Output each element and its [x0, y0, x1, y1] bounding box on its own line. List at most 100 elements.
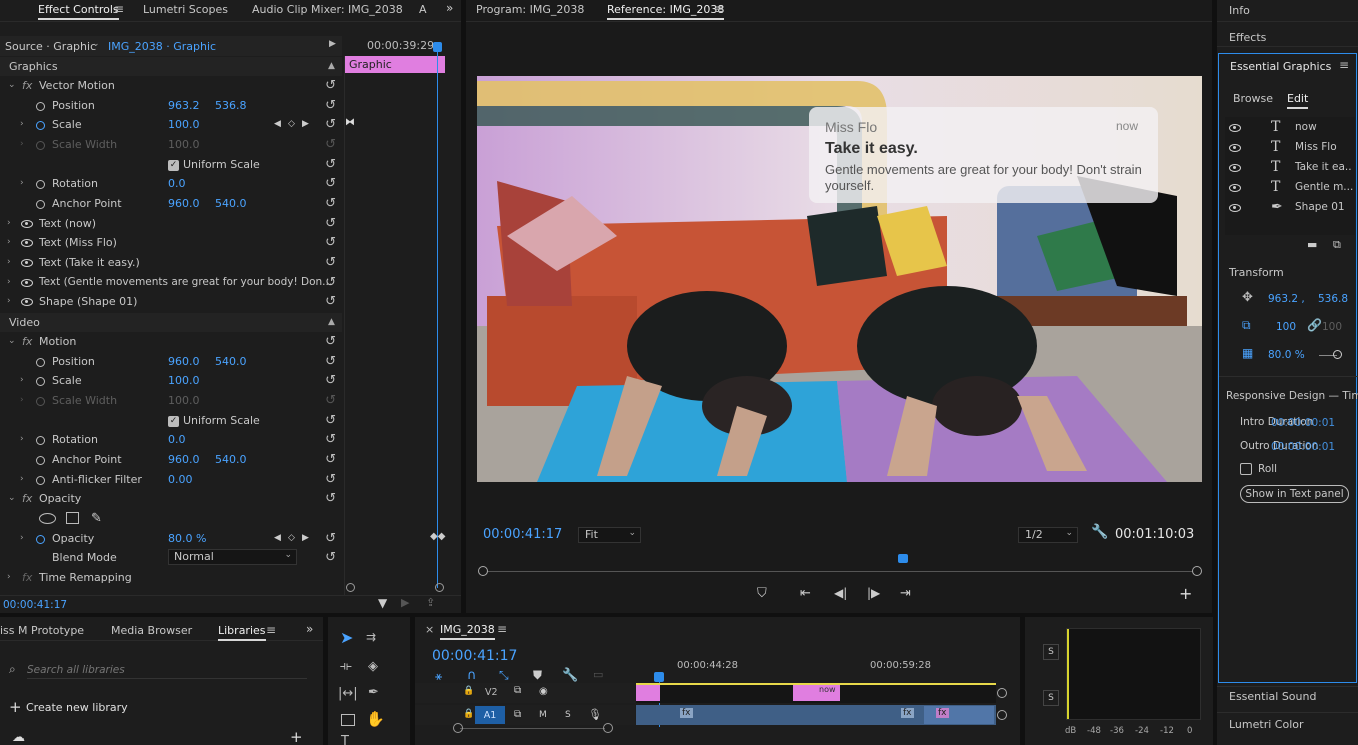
tab-lumetri-scopes[interactable]: Lumetri Scopes — [143, 3, 228, 16]
expand-panels-icon[interactable]: » — [306, 622, 313, 636]
layer-shape[interactable]: Shape (Shape 01) — [39, 292, 137, 311]
scale-value[interactable]: 100.0 — [168, 115, 200, 134]
browse-tab[interactable]: Browse — [1233, 92, 1273, 105]
reset-icon[interactable]: ↺ — [325, 411, 336, 430]
anchor-y-value[interactable]: 540.0 — [215, 194, 247, 213]
fx-icon[interactable]: fx — [22, 568, 32, 587]
essential-sound-tab[interactable]: Essential Sound — [1229, 690, 1316, 703]
eg-layer-shape[interactable]: Shape 01 — [1295, 198, 1345, 217]
motion-anchor-y[interactable]: 540.0 — [215, 450, 247, 469]
selection-tool-icon[interactable]: ➤ — [340, 628, 353, 647]
expand-caret-icon[interactable]: › — [7, 233, 11, 252]
eg-scale[interactable]: 100 — [1276, 321, 1296, 333]
folder-icon[interactable]: ▬ — [1307, 238, 1317, 251]
eg-layer-miss-flo[interactable]: Miss Flo — [1295, 138, 1337, 157]
rectangle-tool-icon[interactable] — [341, 714, 355, 726]
stopwatch-icon[interactable] — [36, 352, 45, 371]
layer-text-now[interactable]: Text (now) — [39, 214, 96, 233]
sync-lock-icon[interactable]: ⧉ — [514, 709, 521, 720]
tab-reference[interactable]: Reference: IMG_2038 — [607, 3, 725, 20]
go-to-in-icon[interactable]: ⇤ — [800, 586, 811, 601]
intro-duration-value[interactable]: 00:00:00:01 — [1271, 417, 1335, 429]
motion-position-x[interactable]: 960.0 — [168, 352, 200, 371]
reset-icon[interactable]: ↺ — [325, 233, 336, 252]
info-tab[interactable]: Info — [1229, 4, 1250, 17]
slip-tool-icon[interactable]: |↔| — [338, 686, 358, 701]
tab-effect-controls[interactable]: Effect Controls — [38, 3, 119, 20]
expand-panels-icon[interactable]: » — [446, 1, 453, 15]
layer-text-take-it-easy[interactable]: Text (Take it easy.) — [39, 253, 140, 272]
add-button-icon[interactable]: + — [1179, 584, 1192, 603]
timeline-tab[interactable]: IMG_2038 — [440, 623, 495, 640]
blend-mode-select[interactable]: Normal ⌄ — [168, 549, 297, 565]
snap-icon[interactable]: ∩ — [467, 668, 477, 683]
panel-menu-icon[interactable]: ≡ — [114, 2, 124, 16]
collapse-icon[interactable]: ▲ — [328, 57, 335, 76]
collapse-icon[interactable]: ▲ — [328, 313, 335, 332]
mute-button[interactable]: M — [539, 710, 547, 720]
expand-caret-icon[interactable]: › — [20, 371, 24, 390]
position-x-value[interactable]: 963.2 — [168, 96, 200, 115]
show-in-text-panel-button[interactable]: Show in Text panel — [1240, 485, 1349, 503]
type-tool-icon[interactable]: T — [341, 734, 349, 745]
rotation-value[interactable]: 0.0 — [168, 174, 186, 193]
export-icon[interactable]: ⇪ — [426, 596, 435, 609]
scroll-handle-left[interactable] — [453, 723, 463, 733]
motion-scale-value[interactable]: 100.0 — [168, 371, 200, 390]
step-forward-icon[interactable]: |▶ — [867, 586, 880, 600]
reset-icon[interactable]: ↺ — [325, 292, 336, 311]
captions-icon[interactable]: ▭ — [593, 668, 603, 681]
stopwatch-icon[interactable] — [36, 450, 45, 469]
fx-icon[interactable]: fx — [22, 76, 32, 95]
tab-audio-clip-mixer[interactable]: Audio Clip Mixer: IMG_2038 — [252, 3, 403, 16]
reset-icon[interactable]: ↺ — [325, 450, 336, 469]
notification-graphic[interactable]: Miss Flo now Take it easy. Gentle moveme… — [809, 107, 1158, 203]
panel-menu-icon[interactable]: ≡ — [1339, 58, 1349, 72]
link-icon[interactable]: 🔗 — [1307, 318, 1322, 332]
keyframe-icon[interactable]: ⧓ — [345, 117, 355, 128]
reset-icon[interactable]: ↺ — [325, 332, 336, 351]
program-timecode[interactable]: 00:00:41:17 — [483, 527, 562, 542]
prev-keyframe-icon[interactable]: ◀ — [274, 115, 281, 134]
prev-keyframe-icon[interactable]: ◀ — [274, 529, 281, 548]
close-icon[interactable]: × — [425, 623, 434, 636]
add-icon[interactable]: + — [290, 728, 303, 745]
nest-icon[interactable]: ⚹ — [435, 669, 442, 684]
linked-selection-icon[interactable]: ⤡ — [499, 668, 509, 683]
filter-icon[interactable]: ▼ — [378, 596, 387, 610]
expand-caret-icon[interactable]: › — [7, 273, 11, 292]
outro-duration-value[interactable]: 00:00:00:01 — [1271, 441, 1335, 453]
position-y-value[interactable]: 536.8 — [215, 96, 247, 115]
reset-icon[interactable]: ↺ — [325, 96, 336, 115]
reset-icon[interactable]: ↺ — [325, 470, 336, 489]
fx-icon[interactable]: fx — [22, 332, 32, 351]
reset-icon[interactable]: ↺ — [325, 273, 336, 292]
tab-program[interactable]: Program: IMG_2038 — [476, 3, 584, 16]
anchor-x-value[interactable]: 960.0 — [168, 194, 200, 213]
roll-checkbox[interactable] — [1240, 463, 1252, 475]
edit-tab[interactable]: Edit — [1287, 92, 1309, 109]
stopwatch-icon[interactable] — [36, 470, 45, 489]
eye-icon[interactable] — [21, 214, 33, 233]
expand-caret-icon[interactable]: › — [20, 430, 24, 449]
timeline-playhead[interactable] — [654, 672, 664, 682]
stopwatch-icon[interactable] — [36, 96, 45, 115]
reset-icon[interactable]: ↺ — [325, 76, 336, 95]
anti-flicker-value[interactable]: 0.00 — [168, 470, 193, 489]
track-select-tool-icon[interactable]: ⇉ — [366, 630, 376, 644]
stopwatch-icon[interactable] — [36, 194, 45, 213]
eye-icon[interactable] — [21, 253, 33, 272]
expand-caret-icon[interactable]: ⌄ — [8, 489, 16, 508]
hand-tool-icon[interactable]: ✋ — [366, 710, 385, 728]
tab-overflow[interactable]: A — [419, 3, 427, 16]
timeline-timecode[interactable]: 00:00:41:17 — [432, 648, 517, 664]
expand-caret-icon[interactable]: ⌄ — [8, 332, 16, 351]
track-end-handle[interactable] — [997, 710, 1007, 720]
stopwatch-icon[interactable] — [36, 430, 45, 449]
layer-text-miss-flo[interactable]: Text (Miss Flo) — [39, 233, 117, 252]
stopwatch-icon[interactable] — [36, 371, 45, 390]
fit-select[interactable]: Fit ⌄ — [578, 527, 641, 543]
sync-lock-icon[interactable]: ⧉ — [514, 685, 521, 696]
expand-caret-icon[interactable]: › — [7, 253, 11, 272]
eye-icon[interactable] — [21, 233, 33, 252]
